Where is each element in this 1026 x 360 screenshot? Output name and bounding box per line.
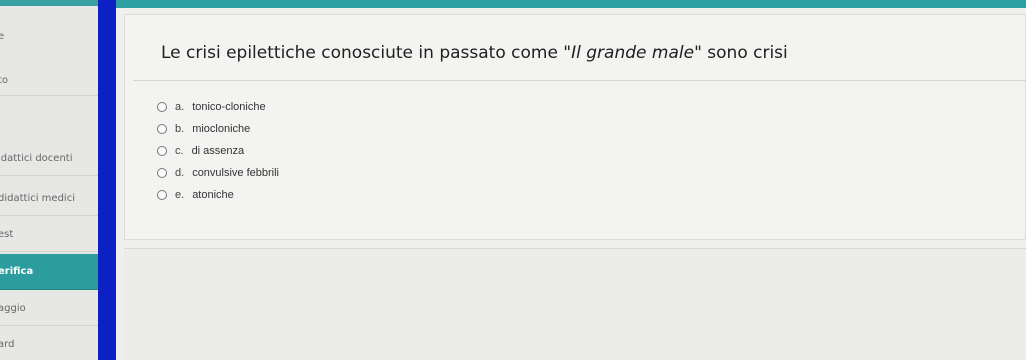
option-letter: b. — [175, 123, 185, 135]
answer-option-d[interactable]: d. convulsive febbrili — [157, 163, 279, 183]
answer-option-a[interactable]: a. tonico-cloniche — [157, 97, 266, 117]
sidebar-item-test[interactable]: est — [0, 218, 110, 252]
sidebar: e to idattici docenti didattici medici e… — [0, 0, 113, 360]
option-letter: e. — [175, 189, 185, 201]
quiz-screen: e to idattici docenti didattici medici e… — [0, 0, 1026, 360]
blue-edge-strip — [98, 0, 116, 360]
answer-option-c[interactable]: c. di assenza — [157, 141, 244, 161]
radio-button-icon[interactable] — [157, 146, 167, 156]
option-text: convulsive febbrili — [192, 167, 280, 179]
sidebar-item-label: erifica — [0, 266, 34, 277]
question-topbar — [116, 0, 1026, 8]
sidebar-item-label: aggio — [0, 303, 26, 314]
sidebar-item-label: est — [0, 229, 14, 240]
option-letter: c. — [175, 145, 184, 157]
option-text: di assenza — [191, 145, 245, 157]
question-suffix: " sono crisi — [694, 43, 788, 63]
radio-button-icon[interactable] — [157, 190, 167, 200]
sidebar-top-accent — [0, 0, 112, 6]
sidebar-item-verifica[interactable]: erifica — [0, 254, 110, 290]
sidebar-item-1[interactable]: e — [0, 28, 110, 46]
sidebar-item-label: didattici medici — [0, 193, 75, 204]
option-letter: a. — [175, 101, 185, 113]
question-card: Le crisi epilettiche conosciute in passa… — [124, 14, 1026, 240]
question-divider — [133, 80, 1026, 81]
sidebar-item-aggio[interactable]: aggio — [0, 292, 110, 326]
option-text: tonico-cloniche — [192, 101, 266, 113]
question-area: Le crisi epilettiche conosciute in passa… — [116, 0, 1026, 360]
radio-button-icon[interactable] — [157, 124, 167, 134]
question-prefix: Le crisi epilettiche conosciute in passa… — [161, 43, 572, 63]
bottom-panel — [124, 248, 1026, 360]
radio-button-icon[interactable] — [157, 102, 167, 112]
sidebar-item-label: ard — [0, 339, 15, 350]
sidebar-item-label: e — [0, 31, 5, 42]
answer-option-e[interactable]: e. atoniche — [157, 185, 234, 205]
sidebar-item-didattici-docenti[interactable]: idattici docenti — [0, 142, 110, 176]
option-text: atoniche — [192, 189, 234, 201]
radio-button-icon[interactable] — [157, 168, 167, 178]
question-text: Le crisi epilettiche conosciute in passa… — [161, 43, 788, 63]
sidebar-item-didattici-medici[interactable]: didattici medici — [0, 182, 110, 216]
sidebar-item-label: to — [0, 75, 9, 86]
sidebar-item-2[interactable]: to — [0, 66, 110, 96]
sidebar-item-label: idattici docenti — [0, 153, 73, 164]
option-letter: d. — [175, 167, 185, 179]
answer-option-b[interactable]: b. miocloniche — [157, 119, 250, 139]
option-text: miocloniche — [192, 123, 251, 135]
question-emphasis: Il grande male — [571, 43, 695, 63]
sidebar-item-ard[interactable]: ard — [0, 330, 110, 360]
